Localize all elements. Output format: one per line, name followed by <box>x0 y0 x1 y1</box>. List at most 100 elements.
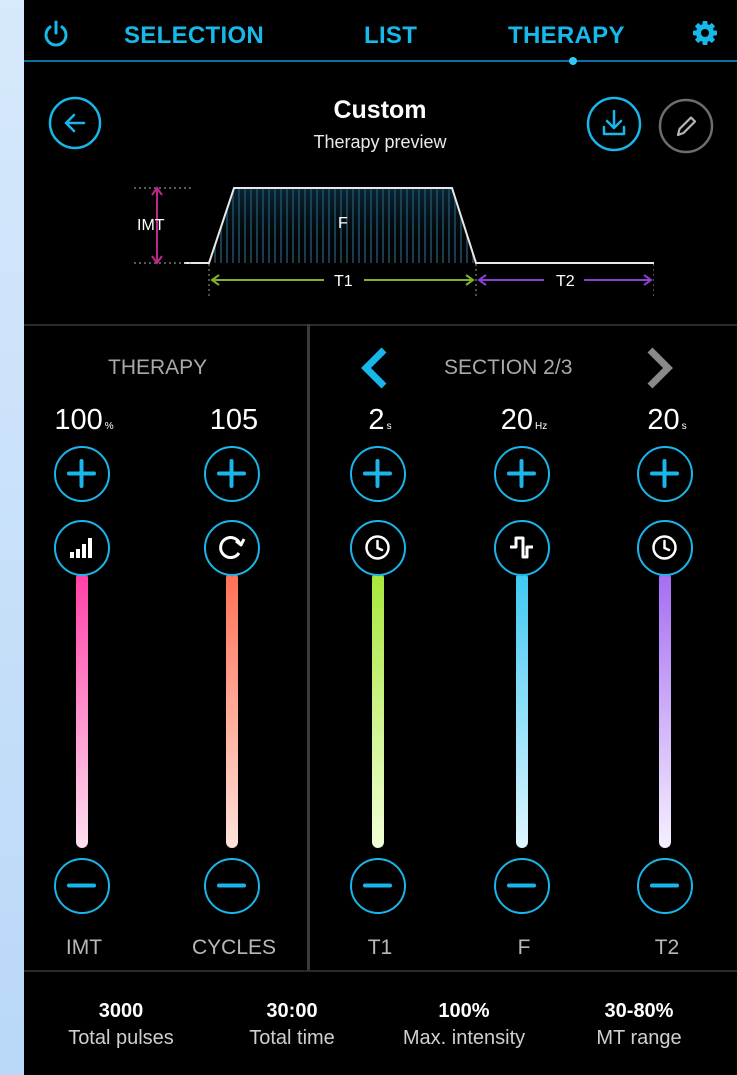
stat-mt-range: 30-80% MT range <box>554 1000 724 1050</box>
imt-increase-button[interactable] <box>54 446 110 502</box>
t1-unit: s <box>386 421 392 432</box>
cycles-decrease-button[interactable] <box>204 858 260 914</box>
therapy-heading: THERAPY <box>108 356 208 379</box>
t2-decrease-button[interactable] <box>637 858 693 914</box>
t2-control: 20 s T2 <box>607 396 727 976</box>
top-navigation: SELECTION LIST THERAPY <box>24 0 737 66</box>
previous-section-button[interactable] <box>358 346 392 390</box>
t2-value-display: 20 s <box>607 404 727 437</box>
panel-divider <box>307 324 310 970</box>
stat-value: 100% <box>438 1000 490 1022</box>
imt-control: 100% IMT <box>24 396 144 976</box>
stat-total-time: 30:00 Total time <box>207 1000 377 1050</box>
preview-imt-label: IMT <box>137 217 165 234</box>
section-divider <box>24 324 737 326</box>
stat-value: 3000 <box>98 1000 144 1022</box>
arrow-left-icon <box>48 96 102 150</box>
next-section-button[interactable] <box>642 346 676 390</box>
plus-icon <box>67 459 96 488</box>
f-value-display: 20 Hz <box>464 404 584 437</box>
stat-caption: Max. intensity <box>402 1027 526 1049</box>
imt-decrease-button[interactable] <box>54 858 110 914</box>
cycles-level-bar[interactable] <box>226 572 238 848</box>
pulse-wave-icon <box>510 536 533 559</box>
plus-icon <box>650 459 679 488</box>
power-button[interactable] <box>40 18 72 50</box>
settings-button[interactable] <box>690 18 720 48</box>
f-level-bar[interactable] <box>516 572 528 848</box>
stat-value: 30:00 <box>266 1000 318 1022</box>
t1-icon-badge <box>350 520 406 576</box>
download-icon <box>586 96 642 152</box>
therapy-preview-waveform: IMT F T1 T2 <box>134 186 654 298</box>
t2-icon-badge <box>637 520 693 576</box>
cycles-label: CYCLES <box>191 936 277 959</box>
minus-icon <box>363 883 392 888</box>
f-value: 20 <box>500 404 534 436</box>
t1-decrease-button[interactable] <box>350 858 406 914</box>
edit-button[interactable] <box>658 98 714 154</box>
t1-value: 2 <box>368 404 385 436</box>
cycles-value-display: 105 <box>174 404 294 437</box>
power-icon <box>44 20 68 47</box>
tab-selection[interactable]: SELECTION <box>124 22 264 50</box>
nav-underline <box>24 60 737 62</box>
minus-icon <box>67 883 96 888</box>
stat-caption: MT range <box>596 1027 682 1049</box>
window-frame <box>0 0 24 1075</box>
imt-value-display: 100% <box>24 404 144 437</box>
t1-value-display: 2s <box>320 404 440 437</box>
active-tab-indicator <box>569 57 577 65</box>
minus-icon <box>217 883 246 888</box>
imt-unit: % <box>104 421 114 432</box>
back-button[interactable] <box>48 96 102 150</box>
minus-icon <box>650 883 679 888</box>
preview-t2-label: T2 <box>556 273 575 290</box>
f-label: F <box>517 936 531 959</box>
page-title: Custom <box>333 96 427 124</box>
section-heading: SECTION 2/3 <box>444 356 573 379</box>
imt-label: IMT <box>65 936 103 959</box>
t1-label: T1 <box>367 936 393 959</box>
plus-icon <box>363 459 392 488</box>
imt-level-bar[interactable] <box>76 572 88 848</box>
f-control: 20 Hz F <box>464 396 584 976</box>
cycles-icon-badge <box>204 520 260 576</box>
signal-bars-icon <box>70 538 92 558</box>
stat-total-pulses: 3000 Total pulses <box>36 1000 206 1050</box>
clock-icon <box>652 535 677 560</box>
cycles-control: 105 CYCLES <box>174 396 294 976</box>
pencil-icon <box>658 98 714 154</box>
tab-list[interactable]: LIST <box>364 22 417 50</box>
f-increase-button[interactable] <box>494 446 550 502</box>
t2-increase-button[interactable] <box>637 446 693 502</box>
chevron-left-icon <box>361 347 387 389</box>
page-subtitle: Therapy preview <box>313 132 447 152</box>
clock-icon <box>365 535 390 560</box>
download-button[interactable] <box>586 96 642 152</box>
t2-value: 20 <box>647 404 680 436</box>
preview-f-label: F <box>338 215 348 232</box>
f-unit: Hz <box>535 421 548 432</box>
imt-icon-badge <box>54 520 110 576</box>
stat-caption: Total pulses <box>68 1027 174 1049</box>
preview-t1-label: T1 <box>334 273 353 290</box>
t1-control: 2s T1 <box>320 396 440 976</box>
imt-value: 100 <box>54 404 103 436</box>
t2-unit: s <box>681 421 687 432</box>
chevron-right-icon <box>647 347 673 389</box>
t2-label: T2 <box>654 936 680 959</box>
plus-icon <box>507 459 536 488</box>
f-decrease-button[interactable] <box>494 858 550 914</box>
stat-caption: Total time <box>249 1027 335 1049</box>
plus-icon <box>217 459 246 488</box>
cycles-increase-button[interactable] <box>204 446 260 502</box>
t2-level-bar[interactable] <box>659 572 671 848</box>
f-icon-badge <box>494 520 550 576</box>
cycles-value: 105 <box>209 404 259 436</box>
stat-max-intensity: 100% Max. intensity <box>379 1000 549 1050</box>
t1-level-bar[interactable] <box>372 572 384 848</box>
t1-increase-button[interactable] <box>350 446 406 502</box>
minus-icon <box>507 883 536 888</box>
tab-therapy[interactable]: THERAPY <box>508 22 625 50</box>
